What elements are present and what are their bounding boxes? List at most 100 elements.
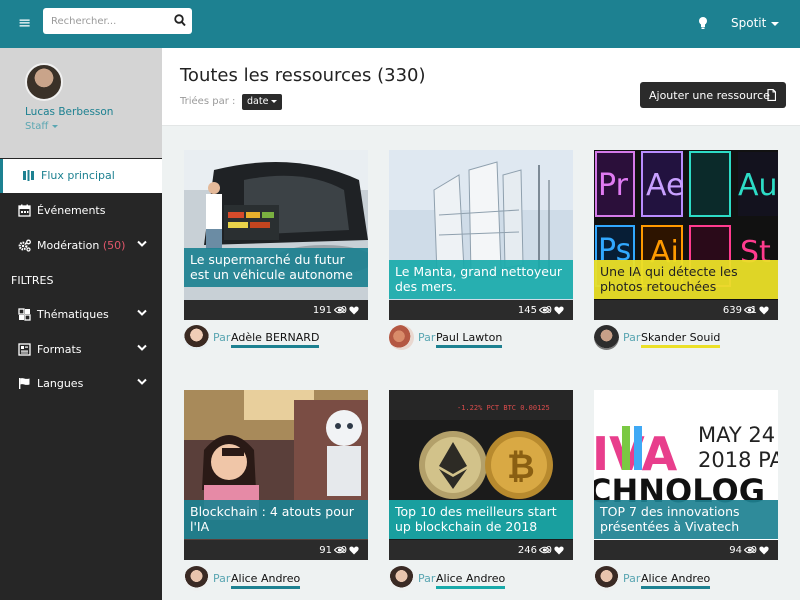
view-count: 91 <box>319 545 332 556</box>
search-box <box>43 8 192 34</box>
card-title[interactable]: Le Manta, grand nettoyeur des mers. <box>389 260 573 299</box>
view-count: 191 <box>312 305 332 316</box>
svg-text:₿: ₿ <box>507 447 535 487</box>
view-count: 145 <box>517 305 537 316</box>
card-title[interactable]: Une IA qui détecte les photos retouchées <box>594 260 778 299</box>
card-title[interactable]: TOP 7 des innovations présentées à Vivat… <box>594 500 778 539</box>
document-icon <box>767 89 776 101</box>
like-count: 1 <box>750 305 757 316</box>
avatar <box>389 566 414 591</box>
card-title[interactable]: Top 10 des meilleurs start up blockchain… <box>389 500 573 539</box>
author-name[interactable]: Skander Souid <box>641 331 721 348</box>
resource-card[interactable]: Pr Ae Au Ps Ai St Une IA qui détecte les… <box>594 150 778 320</box>
card-stats: 639 1 <box>594 300 778 320</box>
add-resource-button[interactable]: Ajouter une ressource <box>640 82 786 108</box>
flag-icon <box>19 378 30 389</box>
avatar <box>594 566 619 591</box>
sidebar-item-thematiques[interactable]: Thématiques <box>0 298 162 332</box>
sidebar-item-label: Thématiques <box>37 308 109 321</box>
chevron-down-icon[interactable] <box>137 240 147 248</box>
avatar[interactable] <box>25 63 63 101</box>
moderation-count-badge: (50) <box>102 239 126 252</box>
heart-icon[interactable] <box>349 306 359 315</box>
card-stats: 91 0 <box>184 540 368 560</box>
view-count: 639 <box>722 305 742 316</box>
view-count: 246 <box>517 545 537 556</box>
like-count: 0 <box>545 545 552 556</box>
sidebar-item-langues[interactable]: Langues <box>0 367 162 401</box>
caret-down-icon <box>271 100 278 103</box>
card-author[interactable]: Par Skander Souid <box>594 325 778 351</box>
card-author[interactable]: Par Alice Andreo <box>594 566 778 592</box>
sidebar-item-formats[interactable]: Formats <box>0 333 162 367</box>
role-label: Staff <box>25 121 49 132</box>
heart-icon[interactable] <box>759 306 769 315</box>
sort-dropdown[interactable]: date <box>242 94 283 110</box>
author-name[interactable]: Alice Andreo <box>231 572 301 589</box>
formats-icon <box>18 343 31 356</box>
user-menu-dropdown[interactable]: Spotit <box>731 16 780 30</box>
sidebar-item-label: Flux principal <box>41 169 115 182</box>
card-title[interactable]: Blockchain : 4 atouts pour l'IA <box>184 500 368 539</box>
profile-name[interactable]: Lucas Berbesson <box>25 106 113 118</box>
author-name[interactable]: Adèle BERNARD <box>231 331 320 348</box>
caret-down-icon <box>771 21 780 26</box>
resource-card[interactable]: -1.22% PCT BTC 0.00125 ₿ Top 10 des meil… <box>389 390 573 560</box>
role-dropdown[interactable]: Staff <box>25 121 59 132</box>
lightbulb-icon[interactable] <box>697 16 709 30</box>
author-name[interactable]: Paul Lawton <box>436 331 503 348</box>
heart-icon[interactable] <box>554 546 564 555</box>
sidebar: Lucas Berbesson Staff Flux principal Évé… <box>0 48 162 600</box>
filters-heading: FILTRES <box>11 274 54 287</box>
adobe-au-text: Au <box>738 168 778 203</box>
sidebar-item-moderation[interactable]: Modération (50) <box>0 229 162 263</box>
heart-icon[interactable] <box>554 306 564 315</box>
vivatech-year-text: 2018 PA <box>698 448 778 472</box>
card-author[interactable]: Par Adèle BERNARD <box>184 325 368 351</box>
adobe-ae-text: Ae <box>646 168 684 203</box>
search-input[interactable] <box>51 12 166 30</box>
user-menu-label: Spotit <box>731 16 767 30</box>
sort-value: date <box>247 96 269 107</box>
avatar <box>184 325 209 350</box>
author-name[interactable]: Alice Andreo <box>436 572 506 589</box>
caret-down-icon <box>52 124 59 128</box>
resource-card[interactable]: Blockchain : 4 atouts pour l'IA 91 0 <box>184 390 368 560</box>
content-header: Toutes les ressources (330) Triées par :… <box>162 48 800 126</box>
author-name[interactable]: Alice Andreo <box>641 572 711 589</box>
card-author[interactable]: Par Alice Andreo <box>184 566 368 592</box>
heart-icon[interactable] <box>349 546 359 555</box>
gears-icon <box>18 239 31 252</box>
search-icon[interactable] <box>174 14 186 27</box>
card-stats: 191 0 <box>184 300 368 320</box>
sidebar-item-label: Modération <box>37 239 100 252</box>
card-author[interactable]: Par Paul Lawton <box>389 325 573 351</box>
resource-card[interactable]: Le supermarché du futur est un véhicule … <box>184 150 368 320</box>
author-prefix: Par <box>623 331 641 344</box>
card-title[interactable]: Le supermarché du futur est un véhicule … <box>184 248 368 287</box>
like-count: 0 <box>545 305 552 316</box>
card-stats: 246 0 <box>389 540 573 560</box>
avatar <box>184 566 209 591</box>
sidebar-item-flux[interactable]: Flux principal <box>0 159 162 193</box>
hamburger-menu-icon[interactable]: ≡ <box>18 14 31 32</box>
heart-icon[interactable] <box>759 546 769 555</box>
view-count: 94 <box>729 545 742 556</box>
chevron-down-icon[interactable] <box>137 344 147 352</box>
chevron-down-icon[interactable] <box>137 378 147 386</box>
chevron-down-icon[interactable] <box>137 309 147 317</box>
adobe-pr-text: Pr <box>598 168 629 203</box>
author-prefix: Par <box>418 331 436 344</box>
puzzle-icon <box>18 308 31 321</box>
like-count: 0 <box>340 545 347 556</box>
sort-label: Triées par : <box>180 96 236 107</box>
profile-panel: Lucas Berbesson Staff <box>0 48 162 158</box>
avatar <box>389 325 414 350</box>
sidebar-item-events[interactable]: Événements <box>0 194 162 228</box>
like-count: 0 <box>750 545 757 556</box>
resource-card[interactable]: Le Manta, grand nettoyeur des mers. 145 … <box>389 150 573 320</box>
top-bar: ≡ Spotit <box>0 0 800 48</box>
card-author[interactable]: Par Alice Andreo <box>389 566 573 592</box>
sidebar-item-label: Langues <box>37 377 84 390</box>
resource-card[interactable]: IVA MAY 24 2018 PA CHNOLOG TOP 7 des inn… <box>594 390 778 560</box>
